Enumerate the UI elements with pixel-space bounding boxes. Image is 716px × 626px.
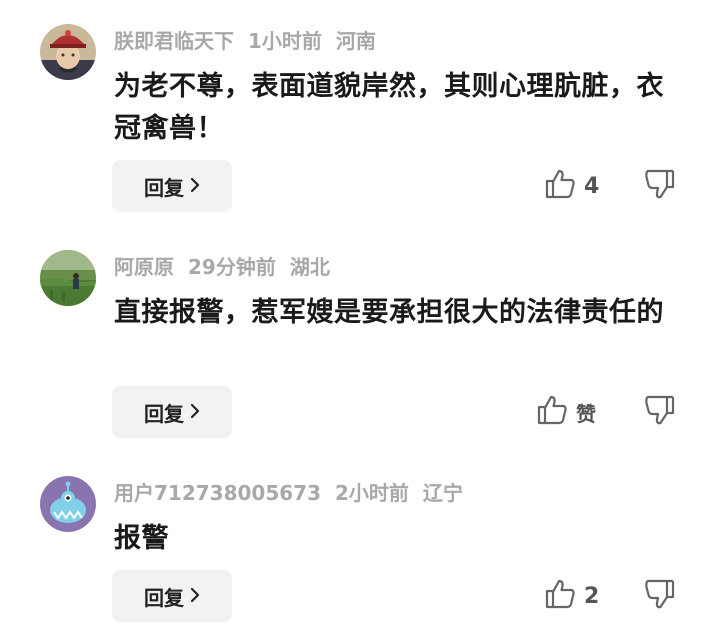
like-count: 赞 xyxy=(576,401,596,426)
thumbs-up-icon xyxy=(544,168,576,204)
dislike-button[interactable] xyxy=(644,168,678,208)
field-photo-avatar-icon xyxy=(40,250,96,306)
qing-official-portrait-avatar-icon xyxy=(40,24,96,80)
dislike-button[interactable] xyxy=(644,578,678,618)
location: 河南 xyxy=(335,29,376,53)
avatar[interactable] xyxy=(40,250,96,306)
like-count: 2 xyxy=(584,583,600,609)
comment-text: 直接报警，惹军嫂是要承担很大的法律责任的 xyxy=(114,297,664,328)
avatar[interactable] xyxy=(40,24,96,80)
comment-text: 报警 xyxy=(114,523,169,554)
like-button[interactable]: 赞 xyxy=(536,392,596,432)
like-button[interactable]: 4 xyxy=(544,166,599,206)
reply-button[interactable]: 回复 xyxy=(112,386,232,438)
timestamp: 2小时前 xyxy=(335,481,409,505)
reply-label: 回复 xyxy=(144,401,184,426)
username[interactable]: 阿原原 xyxy=(114,255,174,279)
comment-meta: 阿原原 29分钟前 湖北 xyxy=(114,254,344,280)
blue-monster-avatar-icon xyxy=(40,476,96,532)
avatar[interactable] xyxy=(40,476,96,532)
dislike-button[interactable] xyxy=(644,394,678,434)
username[interactable]: 用户712738005673 xyxy=(114,481,321,505)
thumbs-down-icon xyxy=(644,395,676,430)
reply-button[interactable]: 回复 xyxy=(112,160,232,212)
reply-button[interactable]: 回复 xyxy=(112,570,232,622)
comment-meta: 朕即君临天下 1小时前 河南 xyxy=(114,28,390,54)
thumbs-down-icon xyxy=(644,169,676,204)
timestamp: 29分钟前 xyxy=(188,255,276,279)
comment-meta: 用户712738005673 2小时前 辽宁 xyxy=(114,480,477,506)
thumbs-up-icon xyxy=(544,578,576,614)
username[interactable]: 朕即君临天下 xyxy=(114,29,234,53)
like-count: 4 xyxy=(584,173,600,199)
like-button[interactable]: 2 xyxy=(544,576,599,616)
reply-label: 回复 xyxy=(144,585,184,610)
location: 辽宁 xyxy=(422,481,463,505)
timestamp: 1小时前 xyxy=(248,29,322,53)
location: 湖北 xyxy=(289,255,330,279)
comment-text: 为老不尊，表面道貌岸然，其则心理肮脏，衣冠禽兽！ xyxy=(114,71,664,144)
chevron-right-icon xyxy=(190,174,200,198)
chevron-right-icon xyxy=(190,584,200,608)
chevron-right-icon xyxy=(190,400,200,424)
thumbs-down-icon xyxy=(644,579,676,614)
thumbs-up-icon xyxy=(536,394,568,430)
reply-label: 回复 xyxy=(144,175,184,200)
